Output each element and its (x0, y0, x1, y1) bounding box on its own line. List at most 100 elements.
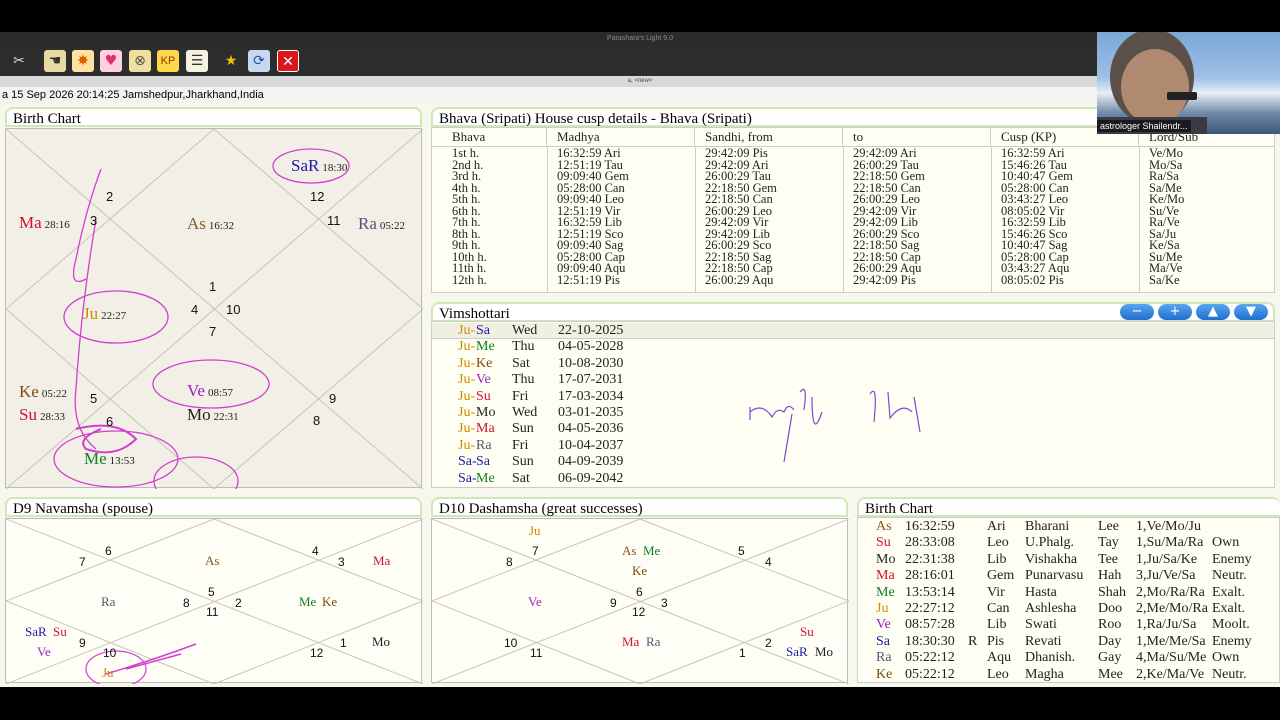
dasha-date: 17-03-2034 (558, 388, 624, 404)
planet-row[interactable]: Ju 22:27:12 Can Ashlesha Doo 2,Me/Mo/Ra Exalt. (858, 601, 1279, 617)
planet-cell-nak: U.Phalg. (1025, 535, 1074, 551)
planet-cell-p: Sa (876, 633, 890, 649)
d9-chart-lines (6, 519, 423, 684)
house-2: 2 (106, 189, 114, 204)
planet-as-deg: 16:32 (208, 220, 234, 232)
planet-cell-lords: 2,Me/Mo/Ra (1136, 601, 1208, 616)
planet-ma: Ma 28:16 (19, 213, 70, 233)
window-title: Parashara's Light 9.0 (607, 35, 673, 42)
dasha-row[interactable]: Sa- Me Sat 06-09-2042 (432, 471, 1274, 487)
notes-icon[interactable]: ☰ (186, 50, 208, 72)
planet-cell-nak: Vishakha (1025, 551, 1078, 567)
d9-house-3: 3 (338, 555, 345, 569)
d10-house-8: 8 (506, 555, 513, 569)
planet-cell-deg: 05:22:12 (905, 650, 955, 666)
d9-house-12: 12 (310, 646, 324, 660)
planet-cell-nak: Bharani (1025, 519, 1070, 534)
refresh-icon[interactable]: ⟳ (248, 50, 270, 72)
bhava-cell: 08:05:02 Pis (1001, 272, 1064, 287)
dasha-row[interactable]: Ju- Ve Thu 17-07-2031 (432, 372, 1274, 388)
planet-me: Me 13:53 (84, 449, 135, 469)
planet-row[interactable]: Ma 28:16:01 Gem Punarvasu Hah 3,Ju/Ve/Sa Neutr… (858, 568, 1279, 584)
planet-row[interactable]: Mo 22:31:38 Lib Vishakha Tee 1,Ju/Sa/Ke Enemy (858, 551, 1279, 568)
dasha-row[interactable]: Ju- Ra Fri 10-04-2037 (432, 438, 1274, 454)
expand-button[interactable]: + (1158, 304, 1192, 320)
planet-cell-lords: 1,Me/Me/Sa (1136, 633, 1206, 649)
planet-su: Su 28:33 (19, 405, 65, 425)
window-titlebar: Parashara's Light 9.0 (0, 32, 1280, 46)
planet-row[interactable]: Ve 08:57:28 Lib Swati Roo 1,Ra/Ju/Sa Moolt. (858, 617, 1279, 633)
planet-cell-nak: Punarvasu (1025, 568, 1084, 584)
planet-su-name: Su (19, 405, 37, 424)
dasha-row[interactable]: Ju- Su Fri 17-03-2034 (432, 389, 1274, 405)
up-button[interactable]: ▲ (1196, 304, 1230, 320)
bhava-cell: 12th h. (452, 272, 487, 287)
house-6: 6 (106, 414, 114, 429)
bhava-cell: Sa/Ke (1149, 272, 1180, 287)
bhava-column-divider (843, 146, 844, 292)
planet-row[interactable]: Ke 05:22:12 Leo Magha Mee 2,Ke/Ma/Ve Neutr. (858, 667, 1279, 682)
planet-ma-name: Ma (19, 213, 42, 232)
d9-planet-su: Su (53, 624, 67, 639)
star-burst-icon[interactable]: ✸ (72, 50, 94, 72)
close-icon[interactable]: ✕ (277, 50, 299, 72)
dasha-row[interactable]: Ju- Ke Sat 10-08-2030 (432, 356, 1274, 372)
planet-row[interactable]: Ra 05:22:12 Aqu Dhanish. Gay 4,Ma/Su/Me Own (858, 650, 1279, 666)
star-icon[interactable]: ★ (220, 50, 242, 72)
hand-icon[interactable]: ☚ (44, 50, 66, 72)
planet-mo-deg: 22:31 (213, 411, 239, 423)
planet-as-name: As (187, 214, 206, 233)
birth-chart-lines (6, 129, 423, 489)
compass-icon[interactable]: ⊗ (129, 50, 151, 72)
bhukti-lord: Me (476, 339, 495, 355)
planet-cell-lords: 1,Su/Ma/Ra (1136, 535, 1204, 551)
d9-planet-ma: Ma (373, 553, 391, 568)
planet-cell-p: Ma (876, 568, 895, 584)
planet-sar-name: SaR (291, 156, 320, 175)
heart-icon[interactable]: ♥ (100, 50, 122, 72)
planet-cell-deg: 22:31:38 (905, 551, 955, 567)
planet-me-name: Me (84, 449, 107, 468)
bhukti-lord: Ke (476, 355, 493, 371)
planet-cell-status: Own (1212, 650, 1240, 666)
planet-ve-deg: 08:57 (207, 387, 234, 399)
dasha-lord: Ju- (458, 421, 476, 437)
d9-planet-ju: Ju (102, 665, 114, 680)
planet-cell-sign: Can (987, 601, 1010, 616)
dasha-date: 04-05-2036 (558, 421, 624, 437)
dasha-row[interactable]: Ju- Mo Wed 03-01-2035 (432, 405, 1274, 421)
planet-row[interactable]: Sa 18:30:30 R Pis Revati Day 1,Me/Me/Sa Enemy (858, 633, 1279, 650)
planet-cell-p: Ve (876, 617, 891, 633)
birth-chart[interactable]: SaR 18:30 Ma 28:16 As 16:32 Ra 05:22 Ju 22:27… (5, 128, 423, 489)
dasha-row[interactable]: Ju- Ma Sun 04-05-2036 (432, 421, 1274, 437)
planet-row[interactable]: Me 13:53:14 Vir Hasta Shah 2,Mo/Ra/Ra Exalt. (858, 584, 1279, 601)
dasha-row[interactable]: Ju- Me Thu 04-05-2028 (432, 339, 1274, 355)
d10-house-3: 3 (661, 596, 668, 610)
dasha-row[interactable]: Ju- Sa Wed 22-10-2025 (432, 323, 1274, 339)
tools-icon[interactable]: ✂ (8, 50, 30, 72)
kp-icon[interactable]: KP (157, 50, 179, 72)
dasha-row[interactable]: Sa- Sa Sun 04-09-2039 (432, 454, 1274, 470)
collapse-button[interactable]: − (1120, 304, 1154, 320)
d10-chart[interactable]: Ju As Me Ke Ve Ma Ra Su SaR Mo 7 8 5 4 6… (431, 518, 849, 684)
down-button[interactable]: ▼ (1234, 304, 1268, 320)
planet-ra: Ra 05:22 (358, 214, 405, 234)
tab-new[interactable]: a, <new> (628, 78, 653, 84)
planet-table-title: Birth Chart (857, 497, 1280, 517)
house-1: 1 (209, 279, 217, 294)
planet-cell-pada: Gay (1098, 650, 1122, 666)
planet-row[interactable]: As 16:32:59 Ari Bharani Lee 1,Ve/Mo/Ju (858, 519, 1279, 535)
planet-cell-sign: Vir (987, 584, 1005, 600)
d9-chart[interactable]: As Ma Ra Me Ke SaR Su Ve Mo Ju 6 7 4 3 5… (5, 518, 423, 684)
tab-bar[interactable]: a, <new> (0, 76, 1280, 87)
bhava-column-divider (1139, 146, 1140, 292)
planet-cell-nak: Dhanish. (1025, 650, 1076, 666)
planet-cell-status: Exalt. (1212, 584, 1246, 600)
planet-sar: SaR 18:30 (291, 156, 347, 176)
d10-planet-ma: Ma (622, 634, 640, 649)
planet-row[interactable]: Su 28:33:08 Leo U.Phalg. Tay 1,Su/Ma/Ra Own (858, 535, 1279, 551)
house-9: 9 (329, 391, 337, 406)
planet-ju-deg: 22:27 (101, 310, 127, 322)
bhukti-lord: Me (476, 470, 495, 486)
planet-cell-p: Ra (876, 650, 892, 666)
